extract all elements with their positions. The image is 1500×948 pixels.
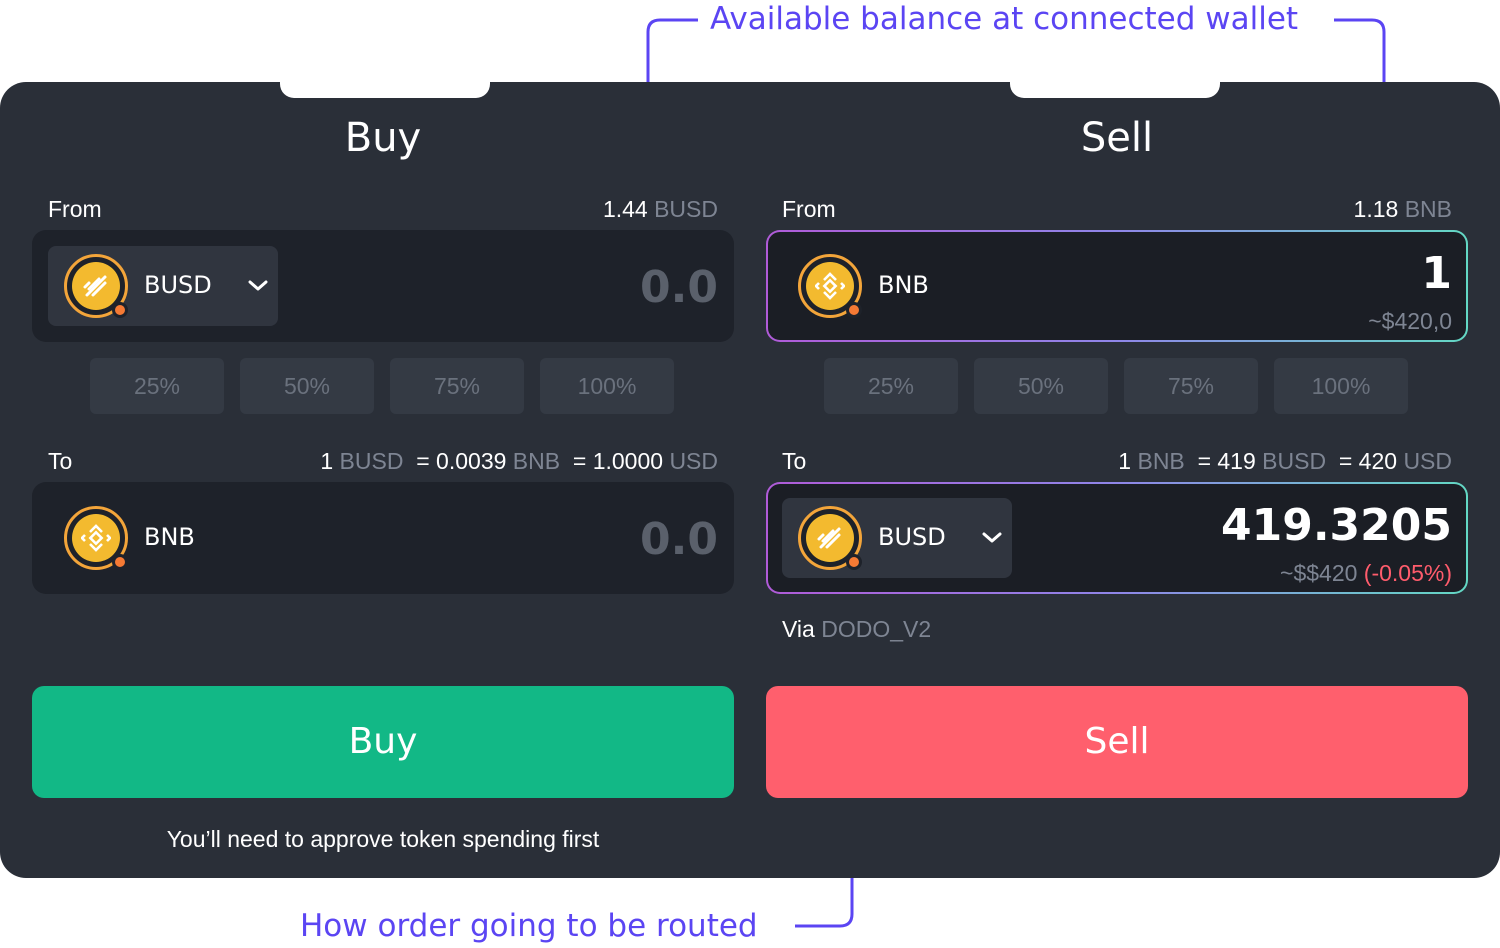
sell-to-usd-value: ~$$420 bbox=[1280, 560, 1358, 586]
rate-usd-unit: USD bbox=[669, 448, 718, 474]
sell-from-label: From bbox=[782, 196, 836, 222]
sell-rate: 1 BNB = 419 BUSD = 420 USD bbox=[1118, 450, 1452, 473]
rate-usd: = 1.0000 bbox=[572, 448, 664, 474]
annotation-balance: Available balance at connected wallet bbox=[710, 1, 1299, 37]
buy-to-amount: 0.0 bbox=[640, 514, 718, 565]
buy-column: Buy From 1.44 BUSD BUSD 0.0 25% 50% 75% … bbox=[32, 82, 734, 878]
rate-quote-unit: BNB bbox=[512, 448, 561, 474]
via-route-value: DODO_V2 bbox=[821, 616, 932, 642]
rate-base: 1 bbox=[320, 448, 334, 474]
price-impact-badge: (-0.05%) bbox=[1363, 560, 1452, 586]
buy-from-balance: 1.44 BUSD bbox=[603, 198, 718, 221]
rate-base: 1 bbox=[1118, 448, 1132, 474]
busd-coin-icon bbox=[64, 254, 128, 318]
rate-base-unit: BUSD bbox=[339, 448, 404, 474]
sell-pct-50-button[interactable]: 50% bbox=[974, 358, 1108, 414]
sell-from-token: BNB bbox=[782, 246, 1012, 326]
rate-quote: = 0.0039 bbox=[416, 448, 507, 474]
buy-pct-50-button[interactable]: 50% bbox=[240, 358, 374, 414]
buy-to-label: To bbox=[48, 448, 73, 474]
sell-to-usd: ~$$420 (-0.05%) bbox=[1280, 562, 1452, 585]
rate-base-unit: BNB bbox=[1137, 448, 1185, 474]
sell-balance-value: 1.18 bbox=[1353, 196, 1399, 222]
sell-from-usd: ~$420,0 bbox=[1368, 308, 1452, 334]
chevron-down-icon bbox=[982, 532, 1002, 543]
buy-percent-row: 25% 50% 75% 100% bbox=[90, 358, 690, 414]
buy-from-token-name: BUSD bbox=[144, 271, 212, 299]
buy-to-box: BNB 0.0 bbox=[32, 482, 734, 594]
sell-pct-25-button[interactable]: 25% bbox=[824, 358, 958, 414]
sell-to-amount: 419.3205 bbox=[1220, 500, 1452, 551]
approve-note: You’ll need to approve token spending fi… bbox=[166, 826, 600, 852]
buy-button[interactable]: Buy bbox=[32, 686, 734, 798]
sell-percent-row: 25% 50% 75% 100% bbox=[824, 358, 1424, 414]
rate-usd-unit: USD bbox=[1403, 448, 1452, 474]
sell-balance-unit: BNB bbox=[1404, 196, 1452, 222]
buy-to-token: BNB bbox=[48, 498, 278, 578]
rate-quote: = 419 bbox=[1197, 448, 1256, 474]
buy-from-amount-input[interactable]: 0.0 bbox=[640, 266, 718, 310]
sell-from-token-name: BNB bbox=[878, 271, 929, 299]
rate-usd: = 420 bbox=[1338, 448, 1398, 474]
via-label: Via bbox=[782, 616, 815, 642]
sell-from-amount-input[interactable]: 1 bbox=[1421, 252, 1452, 296]
sell-button[interactable]: Sell bbox=[766, 686, 1468, 798]
sell-title[interactable]: Sell bbox=[766, 118, 1468, 158]
sell-to-box: BUSD 419.3205 ~$$420 (-0.05%) bbox=[766, 482, 1468, 594]
bnb-coin-icon bbox=[64, 506, 128, 570]
rate-quote-unit: BUSD bbox=[1262, 448, 1327, 474]
buy-pct-100-button[interactable]: 100% bbox=[540, 358, 674, 414]
sell-to-token-select[interactable]: BUSD bbox=[782, 498, 1012, 578]
sell-to-token-name: BUSD bbox=[878, 523, 946, 551]
buy-to-token-name: BNB bbox=[144, 523, 195, 551]
buy-balance-value: 1.44 bbox=[602, 196, 648, 222]
sell-pct-75-button[interactable]: 75% bbox=[1124, 358, 1258, 414]
annotation-routing: How order going to be routed bbox=[300, 908, 758, 944]
buy-from-token-select[interactable]: BUSD bbox=[48, 246, 278, 326]
chevron-down-icon bbox=[248, 280, 268, 291]
route-info: Via DODO_V2 bbox=[782, 618, 931, 641]
buy-from-box: BUSD 0.0 bbox=[32, 230, 734, 342]
bnb-coin-icon bbox=[798, 254, 862, 318]
sell-column: Sell From 1.18 BNB BNB 1 ~$420,0 25% 50% bbox=[766, 82, 1468, 878]
sell-from-balance: 1.18 BNB bbox=[1354, 198, 1452, 221]
sell-from-box: BNB 1 ~$420,0 bbox=[766, 230, 1468, 342]
buy-pct-25-button[interactable]: 25% bbox=[90, 358, 224, 414]
buy-rate: 1 BUSD = 0.0039 BNB = 1.0000 USD bbox=[320, 450, 718, 473]
sell-to-label: To bbox=[782, 448, 807, 474]
swap-panel: Buy From 1.44 BUSD BUSD 0.0 25% 50% 75% … bbox=[0, 82, 1500, 878]
sell-pct-100-button[interactable]: 100% bbox=[1274, 358, 1408, 414]
buy-title[interactable]: Buy bbox=[32, 118, 734, 158]
buy-balance-unit: BUSD bbox=[654, 196, 718, 222]
buy-from-label: From bbox=[48, 196, 102, 222]
buy-pct-75-button[interactable]: 75% bbox=[390, 358, 524, 414]
busd-coin-icon bbox=[798, 506, 862, 570]
